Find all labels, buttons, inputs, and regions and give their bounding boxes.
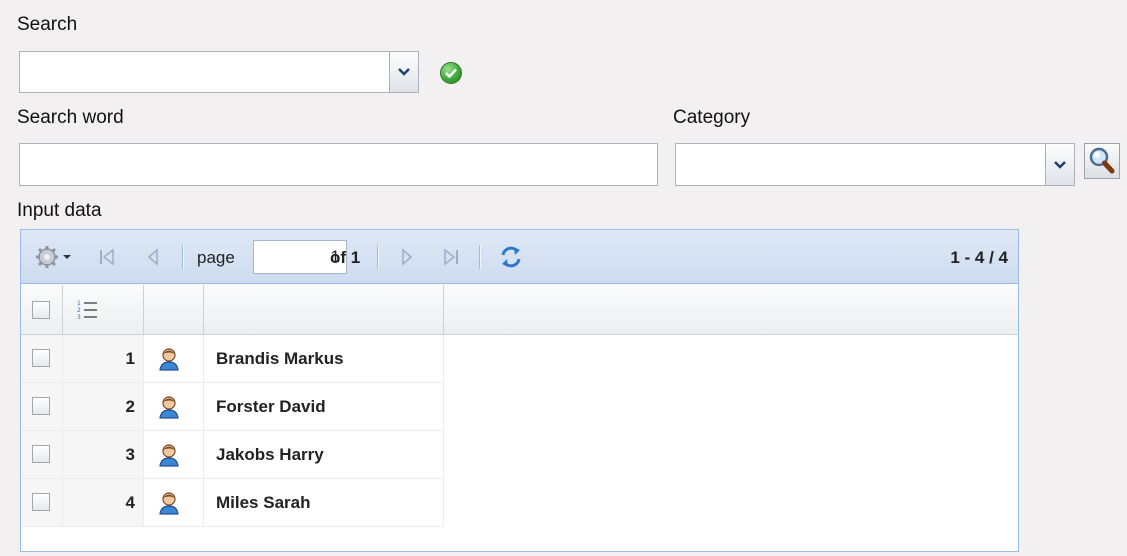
row-name-cell: Brandis Markus (204, 335, 444, 383)
search-combo[interactable] (19, 51, 419, 93)
refresh-button[interactable] (498, 230, 524, 284)
input-data-grid: page 1 of 1 1 - 4 / 4 123 1 Brandis Mark… (20, 229, 1019, 552)
search-button[interactable] (1084, 143, 1120, 179)
magnifier-icon (1089, 147, 1115, 174)
svg-text:2: 2 (77, 307, 81, 314)
row-icon-cell (144, 335, 204, 383)
next-page-button[interactable] (401, 230, 413, 284)
first-page-button[interactable] (99, 230, 115, 284)
prev-page-icon (147, 248, 158, 266)
row-name-cell: Miles Sarah (204, 479, 444, 527)
row-name-cell: Forster David (204, 383, 444, 431)
name-column-header[interactable] (204, 285, 444, 335)
row-name: Forster David (216, 397, 326, 416)
grid-toolbar: page 1 of 1 1 - 4 / 4 (21, 230, 1018, 284)
row-select-cell (21, 335, 63, 383)
row-checkbox[interactable] (32, 493, 50, 511)
category-label: Category (673, 107, 751, 128)
last-page-icon (444, 248, 458, 266)
category-dropdown-button[interactable] (1045, 144, 1074, 185)
row-select-cell (21, 431, 63, 479)
last-page-button[interactable] (443, 230, 459, 284)
svg-text:1: 1 (77, 300, 81, 307)
row-select-cell (21, 383, 63, 431)
row-name: Jakobs Harry (216, 445, 324, 464)
search-label: Search (17, 14, 78, 35)
row-number: 4 (125, 493, 135, 512)
person-icon (159, 444, 179, 467)
svg-text:3: 3 (77, 314, 81, 321)
chevron-down-icon (1054, 160, 1066, 169)
check-circle-icon[interactable] (440, 62, 462, 84)
row-number: 3 (125, 445, 135, 464)
page-label: page (197, 248, 235, 267)
category-combo[interactable] (675, 143, 1075, 186)
record-range-text: 1 - 4 / 4 (950, 248, 1008, 267)
row-number-cell: 3 (63, 431, 144, 479)
row-number: 2 (125, 397, 135, 416)
row-name: Miles Sarah (216, 493, 311, 512)
row-number: 1 (125, 349, 135, 368)
page-count-label: of 1 (330, 248, 361, 267)
row-name-cell: Jakobs Harry (204, 431, 444, 479)
row-number-column-header: 123 (63, 285, 144, 335)
row-checkbox[interactable] (32, 445, 50, 463)
row-icon-cell (144, 383, 204, 431)
select-all-checkbox[interactable] (32, 301, 50, 319)
row-icon-cell (144, 479, 204, 527)
person-icon (159, 396, 179, 419)
table-row[interactable]: 3 Jakobs Harry (21, 431, 444, 479)
table-row[interactable]: 2 Forster David (21, 383, 444, 431)
row-number-cell: 1 (63, 335, 144, 383)
person-icon (159, 348, 179, 371)
row-number-cell: 4 (63, 479, 144, 527)
table-row[interactable]: 1 Brandis Markus (21, 335, 444, 383)
row-icon-cell (144, 431, 204, 479)
refresh-icon (501, 246, 521, 268)
prev-page-button[interactable] (147, 230, 159, 284)
input-data-label: Input data (17, 200, 102, 221)
gear-icon (36, 246, 71, 268)
row-number-cell: 2 (63, 383, 144, 431)
next-page-icon (402, 248, 413, 266)
person-icon (159, 492, 179, 515)
search-dropdown-button[interactable] (389, 52, 418, 92)
icon-column-header (144, 285, 204, 335)
row-select-cell (21, 479, 63, 527)
row-name: Brandis Markus (216, 349, 344, 368)
search-word-input[interactable] (19, 143, 658, 186)
row-checkbox[interactable] (32, 349, 50, 367)
numbered-list-icon: 123 (77, 300, 97, 321)
chevron-down-icon (398, 68, 410, 76)
table-row[interactable]: 4 Miles Sarah (21, 479, 444, 527)
grid-header: 123 (21, 285, 1018, 335)
search-word-label: Search word (17, 107, 124, 128)
select-all-column-header (21, 285, 63, 335)
settings-menu-button[interactable] (35, 230, 75, 284)
row-checkbox[interactable] (32, 397, 50, 415)
first-page-icon (100, 248, 114, 266)
